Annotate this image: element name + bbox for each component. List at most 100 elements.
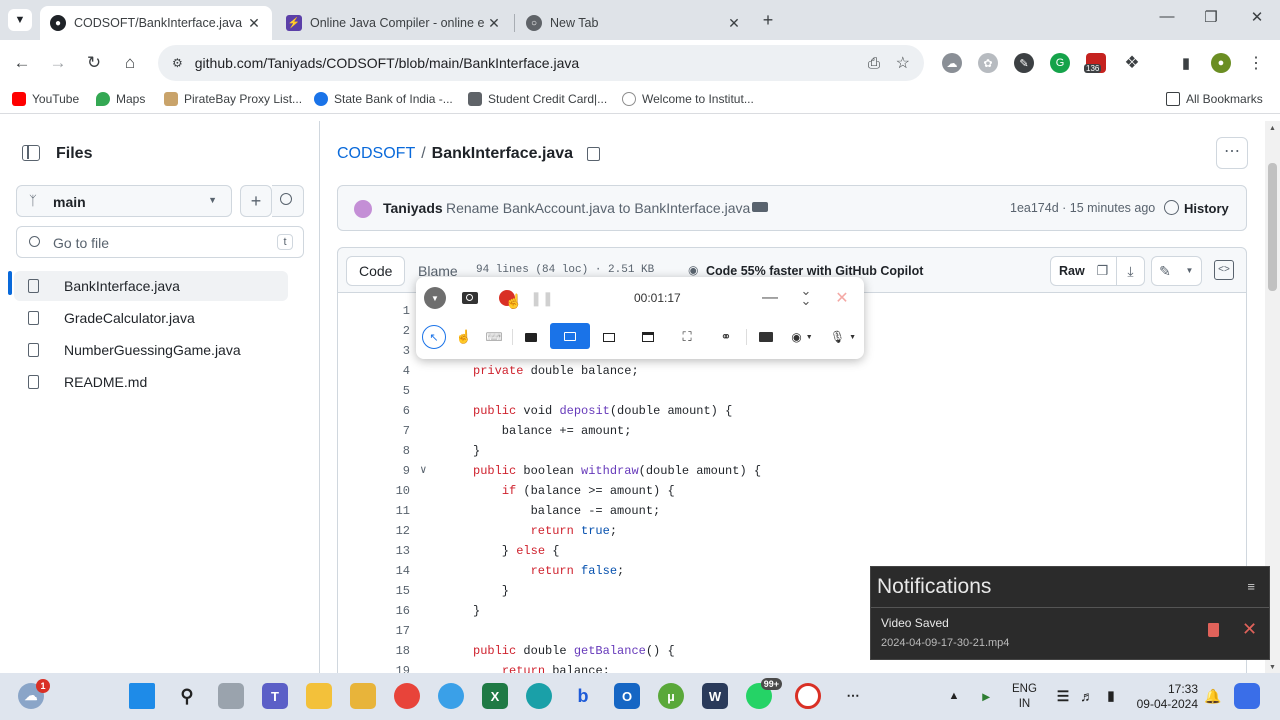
forward-arrow-icon[interactable]: → (46, 51, 70, 75)
tray-app-icon[interactable]: ▸ (973, 683, 999, 709)
fullscreen-icon[interactable]: ⛶ (676, 326, 698, 348)
bookmark-institute[interactable]: Welcome to Institut... (622, 92, 754, 106)
paint-icon[interactable] (438, 683, 464, 709)
restore-window-icon[interactable]: ❐ (1196, 8, 1226, 32)
show-hidden-icons-chevron[interactable]: ▲ (941, 683, 967, 709)
side-panel-icon[interactable]: ▮ (1176, 53, 1196, 73)
copilot-taskbar-icon[interactable] (1234, 683, 1260, 709)
bing-icon[interactable]: b (570, 683, 596, 709)
pause-icon[interactable]: ❚❚ (530, 287, 553, 309)
wifi-icon[interactable]: ☰ (1050, 683, 1076, 709)
commit-meta[interactable]: 1ea174d · 15 minutes ago (1010, 201, 1155, 215)
notification-menu-icon[interactable]: ≡ (1247, 579, 1255, 594)
edit-pencil-icon[interactable]: ✎ (1151, 256, 1179, 286)
copy-path-icon[interactable] (587, 147, 601, 161)
line-number[interactable]: 8 (338, 441, 410, 461)
chrome-taskbar-icon[interactable] (394, 683, 420, 709)
file-item-readme[interactable]: README.md (14, 367, 288, 397)
volume-icon[interactable]: ♬ (1074, 683, 1100, 709)
line-number[interactable]: 19 (338, 661, 410, 673)
copy-raw-icon[interactable]: ❐ (1089, 256, 1117, 286)
weather-widget-icon[interactable]: ☁ 1 (18, 679, 50, 709)
file-explorer-icon[interactable] (306, 683, 332, 709)
line-number[interactable]: 2 (338, 321, 410, 341)
bookmark-maps[interactable]: Maps (96, 92, 145, 106)
taskbar-search-icon[interactable]: ⚲ (174, 683, 200, 709)
microphone-icon[interactable]: 🎙 ▼ (826, 326, 860, 348)
webcam-toggle-icon[interactable]: ◉ ▼ (784, 326, 820, 348)
all-bookmarks[interactable]: All Bookmarks (1166, 92, 1263, 106)
grammarly-icon[interactable]: G (1050, 53, 1070, 73)
profile-avatar[interactable]: ● (1211, 53, 1231, 73)
extension-leaf-icon[interactable]: ✿ (978, 53, 998, 73)
scroll-down-arrow[interactable]: ▼ (1269, 664, 1276, 671)
line-number[interactable]: 15 (338, 581, 410, 601)
line-number[interactable]: 9 (338, 461, 410, 481)
line-number[interactable]: 1 (338, 301, 410, 321)
screen-recorder-taskbar-icon[interactable] (795, 683, 821, 709)
file-item-numberguessinggame[interactable]: NumberGuessingGame.java (14, 335, 288, 365)
bookmark-star-icon[interactable]: ☆ (896, 53, 910, 73)
outlook-icon[interactable]: O (614, 683, 640, 709)
history-button[interactable]: History (1184, 201, 1229, 216)
line-number[interactable]: 4 (338, 361, 410, 381)
language-indicator[interactable]: ENG IN (1012, 682, 1037, 712)
raw-button[interactable]: Raw (1050, 256, 1094, 286)
scroll-up-arrow[interactable]: ▲ (1269, 125, 1276, 132)
line-number[interactable]: 12 (338, 521, 410, 541)
close-tab-icon[interactable]: ✕ (726, 15, 742, 32)
utorrent-icon[interactable]: µ (658, 683, 684, 709)
tab-github[interactable]: ● CODSOFT/BankInterface.java at ✕ (40, 6, 272, 40)
close-recorder-icon[interactable]: ✕ (831, 287, 853, 309)
back-arrow-icon[interactable]: ← (10, 51, 34, 75)
line-number[interactable]: 7 (338, 421, 410, 441)
delete-trash-icon[interactable] (1208, 623, 1219, 637)
record-screen-icon[interactable] (598, 326, 620, 348)
line-number[interactable]: 17 (338, 621, 410, 641)
link-icon[interactable]: ⚭ (715, 326, 737, 348)
line-number[interactable]: 14 (338, 561, 410, 581)
close-tab-icon[interactable]: ✕ (486, 15, 502, 32)
record-tab-icon[interactable] (637, 326, 659, 348)
folder-icon[interactable] (755, 326, 777, 348)
expand-commit-icon[interactable] (752, 202, 768, 212)
home-icon[interactable]: ⌂ (118, 51, 142, 75)
editor-app-icon[interactable]: W (702, 683, 728, 709)
search-button[interactable] (272, 185, 304, 217)
line-number[interactable]: 16 (338, 601, 410, 621)
bookmark-sbi[interactable]: State Bank of India -... (314, 92, 453, 106)
microsoft-store-icon[interactable] (350, 683, 376, 709)
keyboard-icon[interactable]: ⌨ (483, 326, 505, 348)
new-tab-button[interactable]: + (758, 10, 778, 30)
commit-author[interactable]: Taniyads (383, 200, 443, 216)
install-app-icon[interactable]: ⎙ (868, 55, 880, 72)
extension-pen-icon[interactable]: ✎ (1014, 53, 1034, 73)
notification-bell-icon[interactable]: 🔔 (1200, 683, 1226, 709)
collapse-sidebar-icon[interactable] (22, 145, 40, 161)
bookmark-youtube[interactable]: YouTube (12, 92, 79, 106)
breadcrumb-repo-link[interactable]: CODSOFT (337, 145, 415, 163)
tab-search-button[interactable]: ▼ (8, 9, 32, 31)
bookmark-student-credit-card[interactable]: Student Credit Card|... (468, 92, 607, 106)
hand-pointer-icon[interactable]: ☝ (453, 326, 475, 348)
double-chevron-down-icon[interactable]: ⌄ ⌄ (795, 284, 817, 307)
fold-chevron-icon[interactable]: ∨ (420, 461, 427, 481)
scroll-thumb[interactable] (1268, 163, 1277, 291)
edge-icon[interactable] (526, 683, 552, 709)
line-number[interactable]: 6 (338, 401, 410, 421)
line-number[interactable]: 5 (338, 381, 410, 401)
copilot-promo-link[interactable]: Code 55% faster with GitHub Copilot (706, 264, 923, 278)
author-avatar[interactable] (354, 200, 372, 218)
edit-dropdown-icon[interactable]: ▼ (1178, 256, 1202, 286)
webcam-video-icon[interactable] (520, 326, 542, 348)
line-number[interactable]: 18 (338, 641, 410, 661)
download-icon[interactable]: ⤓ (1117, 256, 1145, 286)
extension-cloud-icon[interactable]: ☁ (942, 53, 962, 73)
line-number[interactable]: 10 (338, 481, 410, 501)
address-bar[interactable]: ⚙ github.com/Taniyads/CODSOFT/blob/main/… (158, 45, 924, 81)
notification-item-file[interactable]: 2024-04-09-17-30-21.mp4 (881, 637, 1009, 649)
branch-selector[interactable]: ᛉ main ▼ (16, 185, 232, 217)
site-info-icon[interactable]: ⚙ (172, 56, 183, 70)
commit-message[interactable]: Rename BankAccount.java to BankInterface… (446, 200, 750, 216)
clock[interactable]: 17:33 09-04-2024 (1132, 682, 1198, 712)
